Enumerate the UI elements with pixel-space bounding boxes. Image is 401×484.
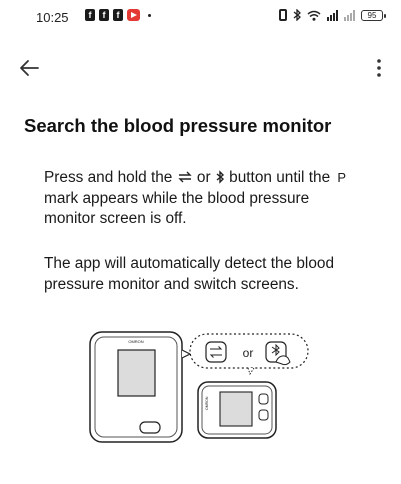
- back-button[interactable]: [16, 54, 44, 82]
- wifi-icon: [307, 10, 321, 21]
- button-callout: or: [189, 333, 309, 376]
- pairing-button-icon: [177, 171, 192, 183]
- more-notifications-icon: [148, 13, 151, 17]
- brand-label: OMRON: [128, 339, 143, 344]
- p-mark: P: [337, 170, 347, 185]
- status-time: 10:25: [36, 10, 69, 25]
- monitor-illustration: OMRON or OMRON: [86, 326, 316, 446]
- notification-icons: f f f: [85, 9, 151, 21]
- wrist-monitor-illustration: OMRON: [197, 381, 277, 439]
- auto-detect-text: The app will automatically detect the bl…: [44, 255, 335, 293]
- svg-text:OMRON: OMRON: [205, 396, 209, 410]
- facebook-notification-icon: f: [99, 9, 109, 21]
- youtube-notification-icon: [127, 9, 140, 21]
- battery-icon: 95: [361, 9, 386, 21]
- instruction-text: Press and hold the or button until the P…: [44, 168, 364, 230]
- signal-2-icon: [344, 9, 355, 21]
- facebook-notification-icon: f: [113, 9, 123, 21]
- page-title: Search the blood pressure monitor: [24, 115, 332, 136]
- instruction-part1: Press and hold the: [44, 169, 173, 186]
- system-icons: 95: [279, 9, 386, 21]
- more-options-button[interactable]: [369, 54, 389, 82]
- arrow-left-icon: [20, 60, 39, 76]
- signal-icon: [327, 9, 338, 21]
- status-bar: 10:25 f f f 95: [0, 0, 401, 36]
- bluetooth-button-icon: [216, 170, 224, 184]
- more-vertical-icon: [377, 59, 381, 77]
- instruction-or: or: [196, 169, 211, 186]
- instruction-part2: button until the: [229, 169, 331, 186]
- callout-or-label: or: [243, 346, 254, 360]
- bluetooth-icon: [293, 9, 301, 21]
- upright-monitor-illustration: OMRON: [89, 331, 192, 443]
- vibrate-icon: [279, 9, 287, 21]
- instruction-part3: mark appears while the blood pressure mo…: [44, 189, 310, 228]
- facebook-notification-icon: f: [85, 9, 95, 21]
